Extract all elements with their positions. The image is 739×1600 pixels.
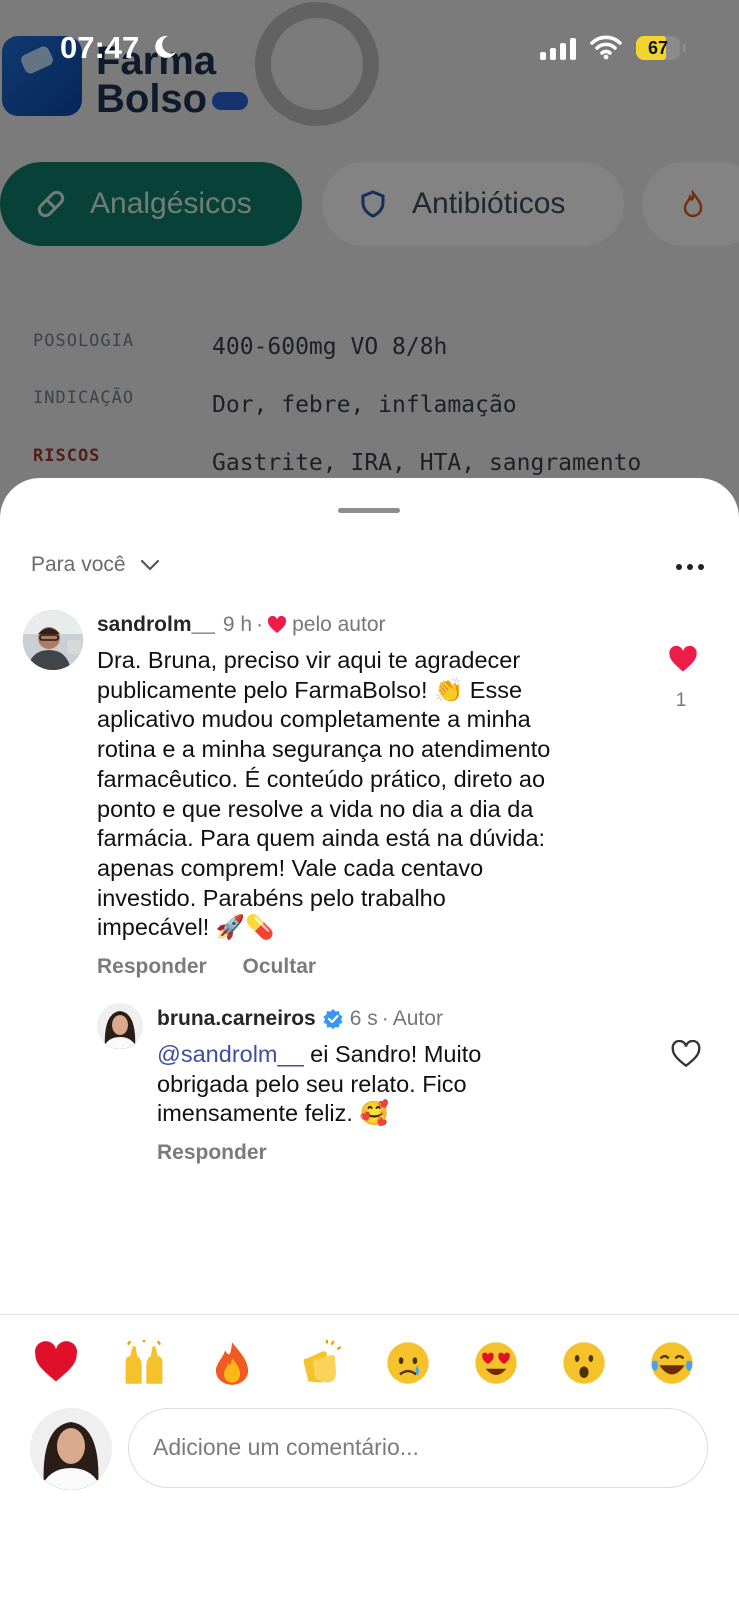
liked-by-author-label: pelo autor bbox=[292, 613, 386, 636]
current-user-avatar[interactable] bbox=[30, 1408, 112, 1490]
tears-of-joy-emoji-icon[interactable] bbox=[649, 1340, 695, 1386]
comment-input[interactable]: Adicione um comentário... bbox=[128, 1408, 708, 1488]
reply-reply-button[interactable]: Responder bbox=[157, 1141, 267, 1164]
status-bar: 07:47 67 bbox=[0, 0, 739, 100]
comment-line: investido. Parabéns pelo trabalho bbox=[97, 884, 446, 911]
more-options-icon[interactable] bbox=[676, 564, 704, 570]
comment-line: impecável! 🚀💊 bbox=[97, 914, 275, 941]
battery-level: 67 bbox=[647, 38, 669, 58]
comment-placeholder: Adicione um comentário... bbox=[153, 1434, 419, 1460]
wifi-icon bbox=[590, 35, 622, 60]
author-heart-icon bbox=[268, 616, 287, 633]
reply-actions: Responder bbox=[157, 1141, 297, 1165]
drag-handle[interactable] bbox=[338, 508, 400, 513]
comment-body: Dra. Bruna, preciso vir aqui te agradece… bbox=[97, 646, 657, 943]
clapping-hands-emoji-icon[interactable] bbox=[297, 1340, 343, 1386]
comment-actions: Responder Ocultar bbox=[97, 955, 346, 979]
reply-button[interactable]: Responder bbox=[97, 955, 207, 978]
comment-username[interactable]: sandrolm__ bbox=[97, 613, 215, 637]
cellular-signal-icon bbox=[540, 38, 576, 60]
hide-button[interactable]: Ocultar bbox=[243, 955, 317, 978]
like-heart-filled-icon[interactable] bbox=[668, 646, 698, 673]
reply-username[interactable]: bruna.carneiros bbox=[157, 1007, 316, 1031]
comment-time: 9 h bbox=[222, 613, 253, 636]
reply-body: @sandrolm__ ei Sandro! Muito obrigada pe… bbox=[157, 1040, 647, 1129]
surprised-face-emoji-icon[interactable] bbox=[561, 1340, 607, 1386]
divider bbox=[0, 1314, 739, 1315]
like-heart-outline-icon[interactable] bbox=[670, 1040, 702, 1068]
comment-line: publicamente pelo FarmaBolso! 👏 Esse bbox=[97, 676, 523, 703]
comment-line: apenas comprem! Vale cada centavo bbox=[97, 854, 484, 881]
battery-icon: 67 bbox=[636, 36, 686, 60]
avatar-sandrolm[interactable] bbox=[23, 610, 83, 670]
comment-line: aplicativo mudou completamente a minha bbox=[97, 706, 531, 733]
comments-sheet: Para você sandrolm__ 9 h · pelo autor Dr… bbox=[0, 478, 739, 1600]
avatar-bruna[interactable] bbox=[97, 1003, 143, 1049]
emoji-reaction-bar bbox=[33, 1340, 713, 1390]
comment-line: Dra. Bruna, preciso vir aqui te agradece… bbox=[97, 647, 521, 673]
verified-badge-icon bbox=[323, 1009, 343, 1029]
chevron-down-icon bbox=[140, 559, 159, 571]
like-count: 1 bbox=[675, 690, 687, 711]
fire-emoji-icon[interactable] bbox=[209, 1340, 255, 1386]
status-time: 07:47 bbox=[60, 30, 140, 65]
reply-line: obrigada pelo seu relato. Fico bbox=[157, 1070, 467, 1097]
heart-eyes-emoji-icon[interactable] bbox=[473, 1340, 519, 1386]
comment-line: rotina e a minha segurança no atendiment… bbox=[97, 736, 551, 763]
moon-icon bbox=[155, 35, 176, 58]
sort-label: Para você bbox=[31, 553, 126, 576]
author-label: Autor bbox=[392, 1007, 443, 1030]
comment-line: ponto e que resolve a vida no dia a dia … bbox=[97, 795, 534, 822]
crying-face-emoji-icon[interactable] bbox=[385, 1340, 431, 1386]
comment-meta: sandrolm__ 9 h · pelo autor bbox=[97, 613, 386, 637]
sort-dropdown[interactable]: Para você bbox=[31, 553, 160, 577]
reply-line: imensamente feliz. 🥰 bbox=[157, 1100, 389, 1127]
comment-line: farmacêutico. É conteúdo prático, direto… bbox=[97, 765, 546, 792]
raised-hands-emoji-icon[interactable] bbox=[121, 1340, 167, 1386]
heart-emoji-icon[interactable] bbox=[33, 1340, 79, 1386]
comment-line: farmácia. Para quem ainda está na dúvida… bbox=[97, 825, 546, 852]
reply-time: 6 s bbox=[349, 1007, 378, 1030]
reply-meta: bruna.carneiros 6 s · Autor bbox=[157, 1007, 443, 1031]
mention-link[interactable]: @sandrolm__ bbox=[157, 1041, 304, 1067]
